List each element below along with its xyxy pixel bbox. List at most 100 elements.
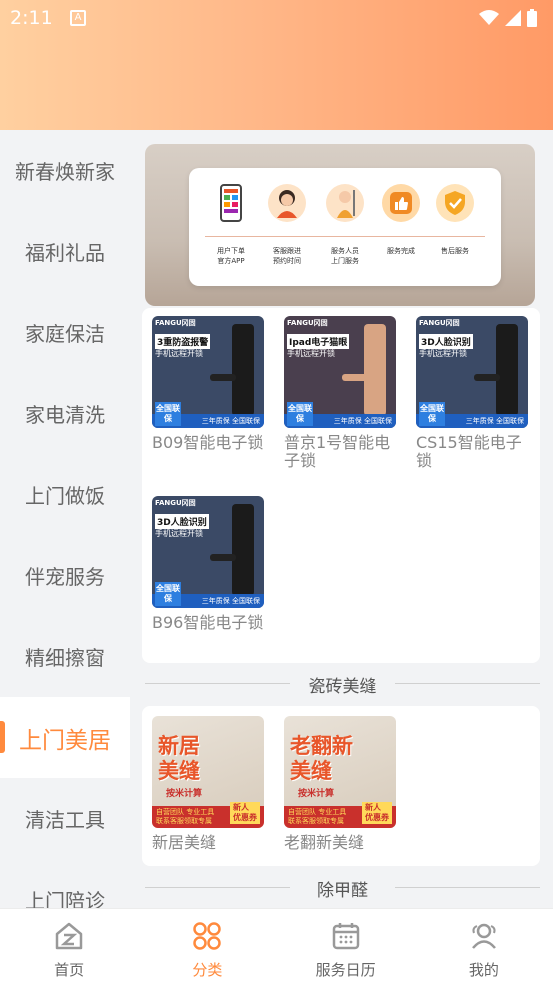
- promo-title-line2: 美缝: [158, 759, 200, 783]
- product-brand: FANGU冈固: [287, 319, 328, 327]
- notification-icon: A: [70, 10, 86, 26]
- product-badge: 全国联保: [155, 582, 181, 606]
- thumbs-up-icon: [382, 184, 420, 222]
- product-item[interactable]: 新居 美缝 按米计算 自营团队 专业工具 联系客服领取专属 新人 优惠券 新居美…: [152, 716, 264, 852]
- tab-label: 分类: [192, 961, 223, 979]
- product-item[interactable]: FANGU冈固 3D人脸识别 手机远程开锁 三年质保 全国联保 全国联保 B96…: [152, 496, 264, 632]
- tab-category[interactable]: 分类: [138, 909, 276, 984]
- coupon-line1: 新人: [365, 803, 381, 812]
- coupon-line2: 优惠券: [365, 813, 389, 822]
- product-subline: 手机远程开锁: [287, 349, 335, 358]
- product-name: CS15智能电子锁: [416, 433, 522, 470]
- tab-label: 首页: [54, 961, 85, 979]
- promo-title-line2: 美缝: [290, 759, 332, 783]
- flow-step: 售后服务: [427, 184, 483, 256]
- product-badge: 全国联保: [155, 402, 181, 426]
- product-item[interactable]: FANGU冈固 3重防盗报警 手机远程开锁 三年质保 全国联保 全国联保 B09…: [152, 316, 264, 452]
- product-image: FANGU冈固 3D人脸识别 手机远程开锁 三年质保 全国联保 全国联保: [416, 316, 528, 428]
- flow-step-line1: 售后服务: [441, 247, 469, 255]
- sidebar-item-cleaning-tools[interactable]: 清洁工具: [0, 778, 130, 859]
- product-name: 新居美缝: [152, 833, 217, 852]
- sidebar-item-label: 上门美居: [19, 727, 111, 754]
- product-name: 老翻新美缝: [284, 833, 365, 852]
- lock-handle: [210, 554, 236, 561]
- battery-icon: [527, 9, 537, 27]
- section-title-tile-seam: 瓷砖美缝: [145, 672, 540, 697]
- sidebar-item-home-beautify[interactable]: 上门美居: [0, 697, 130, 778]
- sidebar-item-window-cleaning[interactable]: 精细擦窗: [0, 616, 130, 697]
- flow-step: 服务完成: [373, 184, 429, 256]
- tab-home[interactable]: 首页: [0, 909, 138, 984]
- flow-step-line2: 官方APP: [217, 257, 245, 265]
- promo-title: 新居 美缝: [158, 734, 200, 784]
- flow-step-line1: 用户下单: [217, 247, 245, 255]
- home-icon: [55, 922, 83, 950]
- bottom-tab-bar: 首页 分类 服务日历 我的: [0, 908, 553, 984]
- product-name: B09智能电子锁: [152, 433, 264, 452]
- lock-illustration: [364, 324, 386, 416]
- sidebar-item-label: 精细擦窗: [25, 646, 105, 670]
- coupon-badge: 新人 优惠券: [230, 802, 260, 824]
- flow-step: 服务人员 上门服务: [317, 184, 373, 266]
- product-headline: 3D人脸识别: [155, 514, 209, 529]
- sidebar-item-pet-service[interactable]: 伴宠服务: [0, 535, 130, 616]
- product-item[interactable]: FANGU冈固 3D人脸识别 手机远程开锁 三年质保 全国联保 全国联保 CS1…: [416, 316, 528, 470]
- sidebar-item-medical-escort[interactable]: 上门陪诊: [0, 859, 130, 908]
- product-image: 新居 美缝 按米计算 自营团队 专业工具 联系客服领取专属 新人 优惠券: [152, 716, 264, 828]
- agent-icon: [268, 184, 306, 222]
- coupon-line1: 新人: [233, 803, 249, 812]
- sidebar-item-house-cleaning[interactable]: 家庭保洁: [0, 292, 130, 373]
- product-badge: 全国联保: [287, 402, 313, 426]
- lock-handle: [342, 374, 368, 381]
- product-item[interactable]: FANGU冈固 Ipad电子猫眼 手机远程开锁 三年质保 全国联保 全国联保 普…: [284, 316, 396, 470]
- product-subline: 手机远程开锁: [155, 349, 203, 358]
- sidebar-item-label: 上门做饭: [25, 484, 105, 508]
- sidebar-item-label: 家庭保洁: [25, 322, 105, 346]
- service-flow-card: 用户下单 官方APP 客服跟进 预约时间 服务人员 上门服务 服务完成 售后服务: [189, 168, 501, 286]
- flow-step-line1: 服务人员: [331, 247, 359, 255]
- calendar-icon: [332, 923, 359, 950]
- status-bar: 2:11 A: [0, 0, 553, 36]
- product-item[interactable]: 老翻新 美缝 按米计算 自营团队 专业工具 联系客服领取专属 新人 优惠券 老翻…: [284, 716, 396, 852]
- product-headline: 3重防盗报警: [155, 334, 211, 349]
- flow-step-line2: 上门服务: [331, 257, 359, 265]
- tile-products-card: 新居 美缝 按米计算 自营团队 专业工具 联系客服领取专属 新人 优惠券 新居美…: [142, 706, 540, 866]
- sidebar-item-label: 家电清洗: [25, 403, 105, 427]
- sidebar-item-appliance-cleaning[interactable]: 家电清洗: [0, 373, 130, 454]
- lock-products-card: FANGU冈固 3重防盗报警 手机远程开锁 三年质保 全国联保 全国联保 B09…: [142, 308, 540, 663]
- status-icons: [479, 9, 537, 27]
- coupon-badge: 新人 优惠券: [362, 802, 392, 824]
- product-name: B96智能电子锁: [152, 613, 264, 632]
- flow-step-line1: 服务完成: [387, 247, 415, 255]
- category-content: 用户下单 官方APP 客服跟进 预约时间 服务人员 上门服务 服务完成 售后服务…: [130, 130, 553, 908]
- flow-step-line1: 客服跟进: [273, 247, 301, 255]
- tab-label: 我的: [468, 961, 499, 979]
- sidebar-item-label: 福利礼品: [25, 241, 105, 265]
- tab-service-calendar[interactable]: 服务日历: [277, 909, 415, 984]
- product-image: FANGU冈固 3重防盗报警 手机远程开锁 三年质保 全国联保 全国联保: [152, 316, 264, 428]
- product-headline: 3D人脸识别: [419, 334, 473, 349]
- product-headline: Ipad电子猫眼: [287, 334, 350, 349]
- product-brand: FANGU冈固: [155, 499, 196, 507]
- sidebar-item-gifts[interactable]: 福利礼品: [0, 211, 130, 292]
- coupon-line2: 优惠券: [233, 813, 257, 822]
- status-time: 2:11: [10, 7, 53, 29]
- sidebar-item-spring-refresh[interactable]: 新春焕新家: [0, 130, 130, 211]
- tab-profile[interactable]: 我的: [415, 909, 553, 984]
- category-icon: [193, 922, 222, 950]
- lock-handle: [210, 374, 236, 381]
- product-badge: 全国联保: [419, 402, 445, 426]
- sidebar-item-label: 新春焕新家: [15, 160, 115, 184]
- sidebar-item-home-cooking[interactable]: 上门做饭: [0, 454, 130, 535]
- lock-illustration: [232, 324, 254, 416]
- promo-title-line1: 新居: [158, 734, 200, 758]
- service-flow-banner[interactable]: 用户下单 官方APP 客服跟进 预约时间 服务人员 上门服务 服务完成 售后服务: [145, 144, 535, 306]
- sidebar-item-label: 伴宠服务: [25, 565, 105, 589]
- lock-illustration: [232, 504, 254, 596]
- product-brand: FANGU冈固: [419, 319, 460, 327]
- lock-handle: [474, 374, 500, 381]
- cleaner-icon: [326, 184, 364, 222]
- section-title-formaldehyde: 除甲醛: [145, 876, 540, 901]
- product-subline: 手机远程开锁: [155, 529, 203, 538]
- promo-subline: 按米计算: [298, 789, 335, 799]
